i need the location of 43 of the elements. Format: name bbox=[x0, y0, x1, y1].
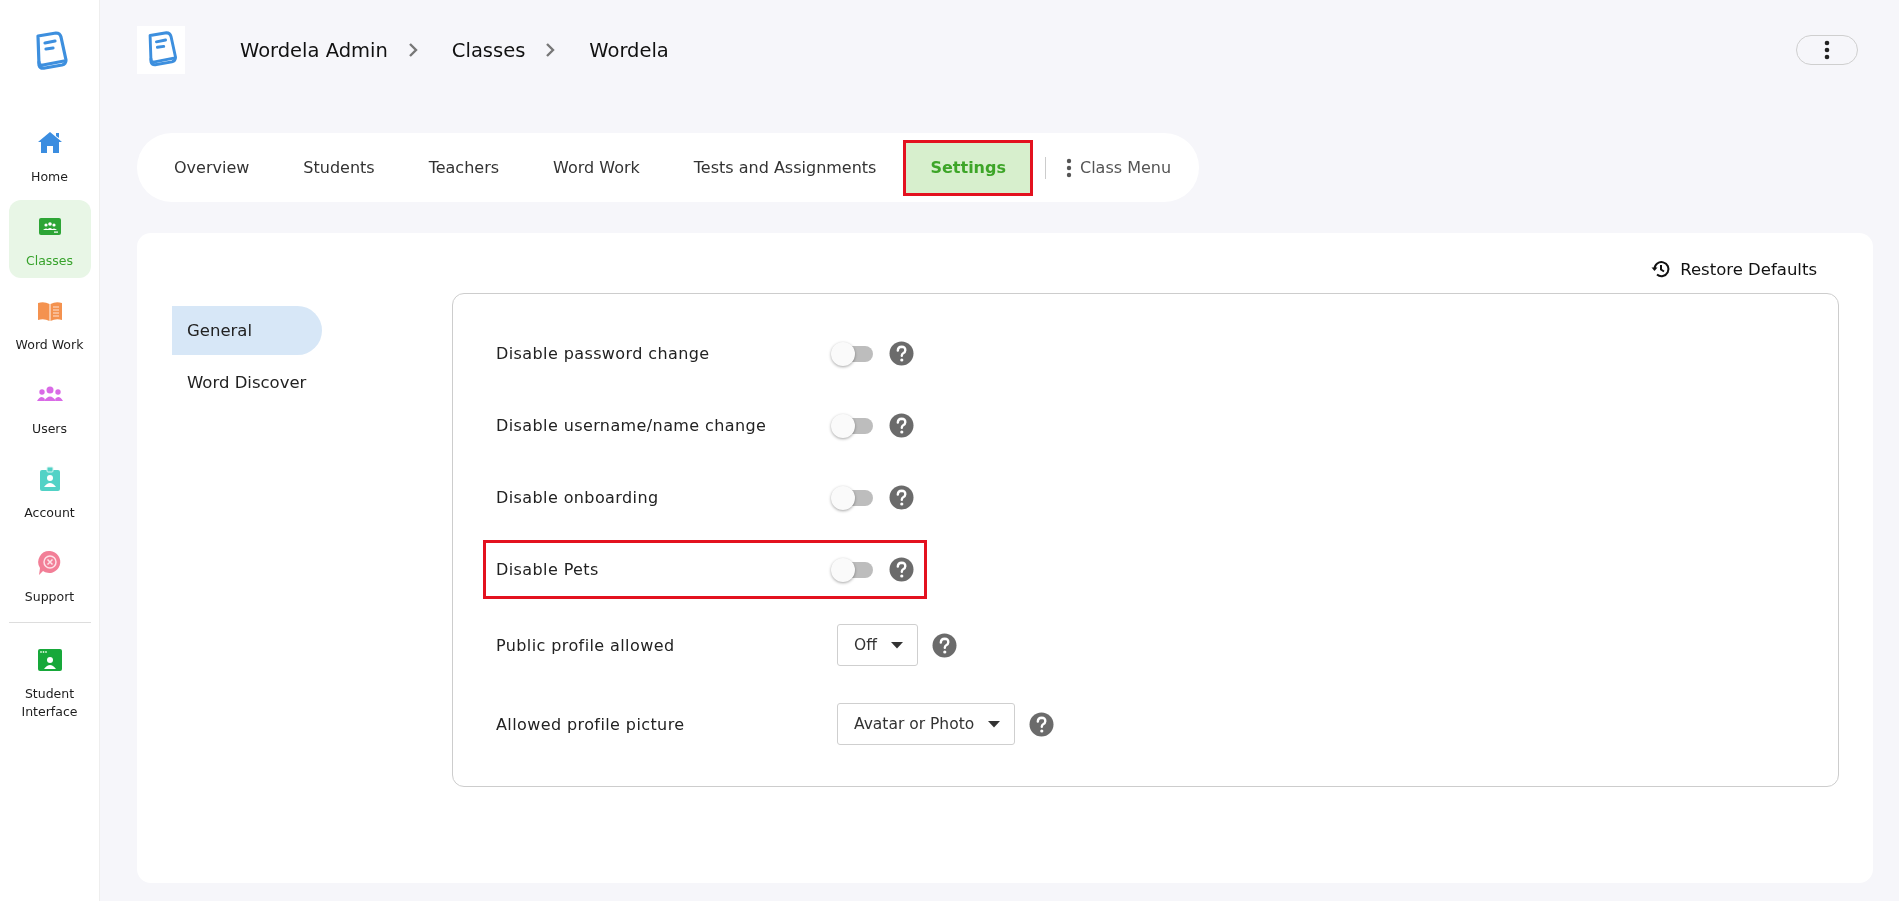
help-icon bbox=[889, 341, 914, 366]
class-menu-button[interactable]: Class Menu bbox=[1066, 157, 1172, 178]
breadcrumb-link[interactable]: Classes bbox=[451, 38, 526, 62]
vertical-dots-icon bbox=[1066, 157, 1072, 178]
settings-nav-item[interactable]: General bbox=[172, 306, 322, 355]
setting-label: Allowed profile picture bbox=[496, 714, 686, 734]
toggle-switch[interactable] bbox=[831, 341, 875, 366]
dropdown-select[interactable]: Avatar or Photo bbox=[837, 703, 1016, 745]
dropdown-select[interactable]: Off bbox=[837, 624, 918, 666]
toggle-switch[interactable] bbox=[831, 485, 875, 510]
help-icon bbox=[931, 632, 957, 658]
toggle-switch[interactable] bbox=[831, 413, 875, 438]
setting-label: Public profile allowed bbox=[496, 635, 676, 655]
toggle-switch[interactable] bbox=[831, 557, 875, 582]
help-icon bbox=[889, 413, 914, 438]
sidebar-item[interactable]: Word Work bbox=[8, 284, 91, 362]
chevron-right-icon bbox=[545, 42, 556, 58]
caret-down-icon bbox=[890, 641, 903, 649]
sidebar-item[interactable]: Support bbox=[8, 536, 91, 614]
tab[interactable]: Students bbox=[276, 139, 402, 196]
sidebar-item[interactable]: Student Interface bbox=[8, 633, 91, 729]
tab[interactable]: Overview bbox=[147, 139, 277, 196]
chevron-right-icon bbox=[407, 42, 418, 58]
caret-down-icon bbox=[988, 720, 1001, 728]
sidebar-item[interactable]: Account bbox=[8, 452, 91, 530]
restore-defaults-button[interactable]: Restore Defaults bbox=[1651, 259, 1817, 279]
settings-nav-item[interactable]: Word Discover bbox=[172, 358, 322, 407]
help-icon bbox=[1029, 711, 1055, 737]
tab[interactable]: Teachers bbox=[401, 139, 527, 196]
history-icon bbox=[1651, 259, 1672, 279]
setting-label: Disable username/name change bbox=[496, 416, 768, 435]
setting-label: Disable Pets bbox=[496, 560, 600, 579]
help-icon bbox=[889, 557, 914, 582]
sidebar-item[interactable]: Home bbox=[8, 116, 91, 194]
tab[interactable]: Tests and Assignments bbox=[666, 139, 904, 196]
setting-label: Disable onboarding bbox=[496, 488, 660, 507]
sidebar-item[interactable]: Users bbox=[8, 368, 91, 446]
tab[interactable]: Word Work bbox=[526, 139, 667, 196]
help-icon bbox=[889, 485, 914, 510]
vertical-dots-icon bbox=[1824, 40, 1830, 60]
setting-label: Disable password change bbox=[496, 344, 711, 363]
breadcrumb-link[interactable]: Wordela bbox=[589, 38, 669, 62]
breadcrumb-link[interactable]: Wordela Admin bbox=[240, 38, 388, 62]
